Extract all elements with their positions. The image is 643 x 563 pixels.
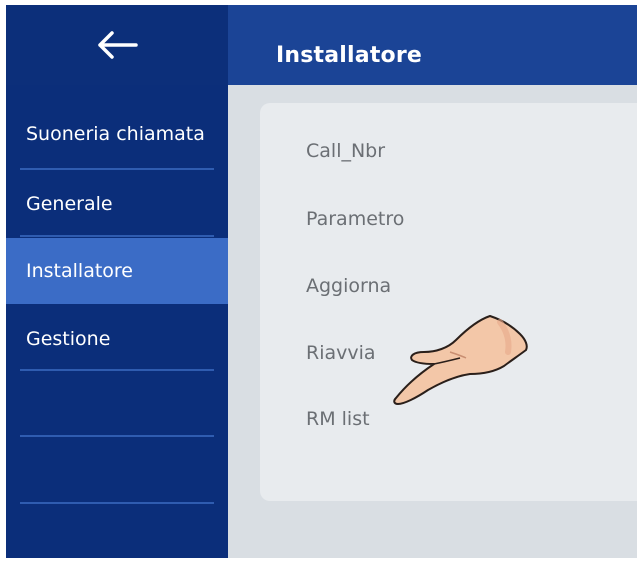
settings-card: Call_Nbr Parametro Aggiorna Riavvia RM l… xyxy=(260,103,637,501)
sidebar-divider xyxy=(20,168,214,170)
page-title: Installatore xyxy=(276,43,423,68)
sidebar-item-gestione[interactable]: Gestione xyxy=(6,306,228,372)
menu-item-aggiorna[interactable]: Aggiorna xyxy=(306,256,391,316)
back-button[interactable] xyxy=(6,5,228,85)
sidebar-item-label: Suoneria chiamata xyxy=(26,123,205,145)
menu-item-label: Riavvia xyxy=(306,342,376,364)
menu-item-label: Call_Nbr xyxy=(306,140,386,162)
pointing-hand-icon xyxy=(393,315,528,405)
sidebar: Suoneria chiamata Generale Installatore … xyxy=(6,85,228,558)
sidebar-divider xyxy=(20,369,214,371)
sidebar-item-suoneria-chiamata[interactable]: Suoneria chiamata xyxy=(6,101,228,167)
sidebar-item-generale[interactable]: Generale xyxy=(6,171,228,237)
menu-item-label: Aggiorna xyxy=(306,275,392,297)
top-bar: Installatore xyxy=(6,5,637,85)
app-window: Installatore Suoneria chiamata Generale … xyxy=(6,5,637,558)
menu-item-parametro[interactable]: Parametro xyxy=(306,189,404,249)
arrow-left-icon xyxy=(98,31,138,59)
menu-item-label: Parametro xyxy=(306,208,405,230)
menu-item-riavvia[interactable]: Riavvia xyxy=(306,323,376,383)
menu-item-label: RM list xyxy=(306,408,370,430)
sidebar-item-label: Generale xyxy=(26,193,113,215)
sidebar-item-label: Installatore xyxy=(26,260,133,282)
sidebar-divider xyxy=(20,235,214,237)
menu-item-rm-list[interactable]: RM list xyxy=(306,389,370,449)
sidebar-divider xyxy=(20,502,214,504)
sidebar-divider xyxy=(20,435,214,437)
menu-item-call-nbr[interactable]: Call_Nbr xyxy=(306,121,385,181)
sidebar-item-label: Gestione xyxy=(26,328,111,350)
sidebar-item-installatore[interactable]: Installatore xyxy=(6,238,228,304)
